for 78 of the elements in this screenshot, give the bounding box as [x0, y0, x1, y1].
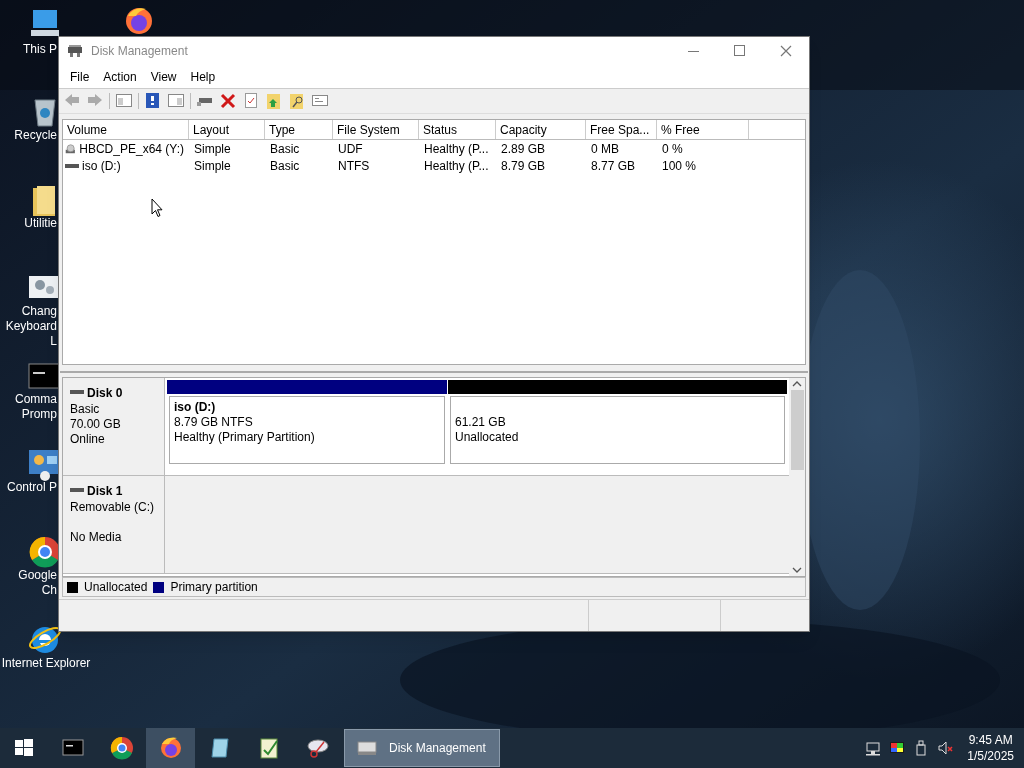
partition-box[interactable]: iso (D:) 8.79 GB NTFS Healthy (Primary Partition): [169, 396, 445, 464]
column-header[interactable]: File System: [333, 120, 419, 139]
scroll-thumb[interactable]: [790, 390, 804, 470]
disk-name: Disk 0: [87, 385, 123, 402]
drive-icon: [70, 389, 84, 397]
menu-item[interactable]: Help: [183, 67, 223, 86]
table-cell-text: 2.89 GB: [501, 140, 546, 158]
column-header[interactable]: Status: [419, 120, 496, 139]
icon-label[interactable]: This P: [0, 42, 57, 57]
column-header[interactable]: % Free: [657, 120, 749, 139]
folder-search-icon[interactable]: [288, 92, 306, 110]
network-icon[interactable]: [865, 740, 882, 756]
table-cell-text: 0 %: [662, 140, 683, 158]
disk-management-icon: [67, 44, 83, 58]
menu-item[interactable]: Action: [96, 67, 144, 86]
disk-info: Basic: [70, 402, 101, 417]
partition-info: Unallocated: [455, 430, 520, 445]
panel-icon[interactable]: [115, 92, 133, 110]
table-cell-text: Basic: [270, 157, 300, 175]
table-cell-text: iso (D:): [82, 157, 121, 175]
disk-name: Disk 1: [87, 483, 123, 500]
panel-icon[interactable]: [167, 92, 185, 110]
table-cell-text: Basic: [270, 140, 300, 158]
partition-info: 8.79 GB NTFS: [174, 415, 254, 430]
drive-icon: [70, 487, 84, 495]
column-header[interactable]: Free Spa...: [586, 120, 657, 139]
partition-name: iso (D:): [174, 400, 217, 415]
icon-label[interactable]: Google Ch: [0, 568, 57, 598]
column-header[interactable]: Layout: [189, 120, 265, 139]
table-cell-text: Simple: [194, 157, 231, 175]
icon-label[interactable]: Chang Keyboard L: [0, 304, 57, 349]
menu-item[interactable]: File: [63, 67, 97, 86]
clock-time: 9:45 AM: [968, 732, 1013, 748]
table-cell-text: NTFS: [338, 157, 370, 175]
chrome-icon: [109, 736, 134, 760]
taskbar-button[interactable]: Disk Management: [344, 729, 500, 767]
column-header[interactable]: Type: [265, 120, 333, 139]
table-cell-text: Healthy (P...: [424, 157, 489, 175]
table-cell-text: Simple: [194, 140, 231, 158]
icon-label[interactable]: Utilitie: [0, 216, 57, 231]
scissors-icon: [305, 736, 330, 760]
clock[interactable]: 9:45 AM 1/5/2025: [957, 732, 1024, 764]
disk-info: Removable (C:): [70, 500, 156, 515]
firefox-icon: [158, 736, 183, 760]
folder-up-icon[interactable]: [265, 92, 283, 110]
icon-label[interactable]: Control P: [0, 480, 57, 495]
partition-info: 61.21 GB: [455, 415, 507, 430]
disk-info: 70.00 GB: [70, 417, 122, 432]
table-cell-text: HBCD_PE_x64 (Y:): [79, 140, 184, 158]
partition-box[interactable]: 61.21 GB Unallocated: [450, 396, 785, 464]
help-icon[interactable]: [144, 92, 162, 110]
muted-speaker-icon[interactable]: [937, 740, 954, 756]
disk-info: No Media: [70, 530, 123, 545]
menu-item[interactable]: View: [143, 67, 184, 86]
optical-drive-icon: [65, 141, 77, 156]
legend-label: Unallocated: [84, 579, 148, 596]
icon-label[interactable]: Recycle: [0, 128, 57, 143]
partition-info: Healthy (Primary Partition): [174, 430, 316, 445]
clock-date: 1/5/2025: [967, 748, 1014, 764]
window-title: Disk Management: [91, 43, 188, 60]
table-cell-text: UDF: [338, 140, 363, 158]
icon-label[interactable]: Internet Explorer: [0, 656, 92, 671]
checklist-icon[interactable]: [242, 92, 260, 110]
cursor-icon: [151, 198, 163, 218]
column-header[interactable]: Volume: [63, 120, 189, 139]
color-display-icon[interactable]: [889, 740, 906, 756]
column-header[interactable]: Capacity: [496, 120, 586, 139]
delete-icon[interactable]: [219, 92, 237, 110]
table-cell-text: 0 MB: [591, 140, 619, 158]
disk-info: Online: [70, 432, 106, 447]
table-cell-text: 8.79 GB: [501, 157, 546, 175]
table-cell-text: 8.77 GB: [591, 157, 636, 175]
legend-label: Primary partition: [170, 579, 258, 596]
table-cell-text: Healthy (P...: [424, 140, 489, 158]
table-cell-text: 100 %: [662, 157, 697, 175]
drive-icon: [65, 163, 79, 168]
icon-label[interactable]: Comma Promp: [0, 392, 57, 422]
firefox-icon: [124, 6, 154, 36]
